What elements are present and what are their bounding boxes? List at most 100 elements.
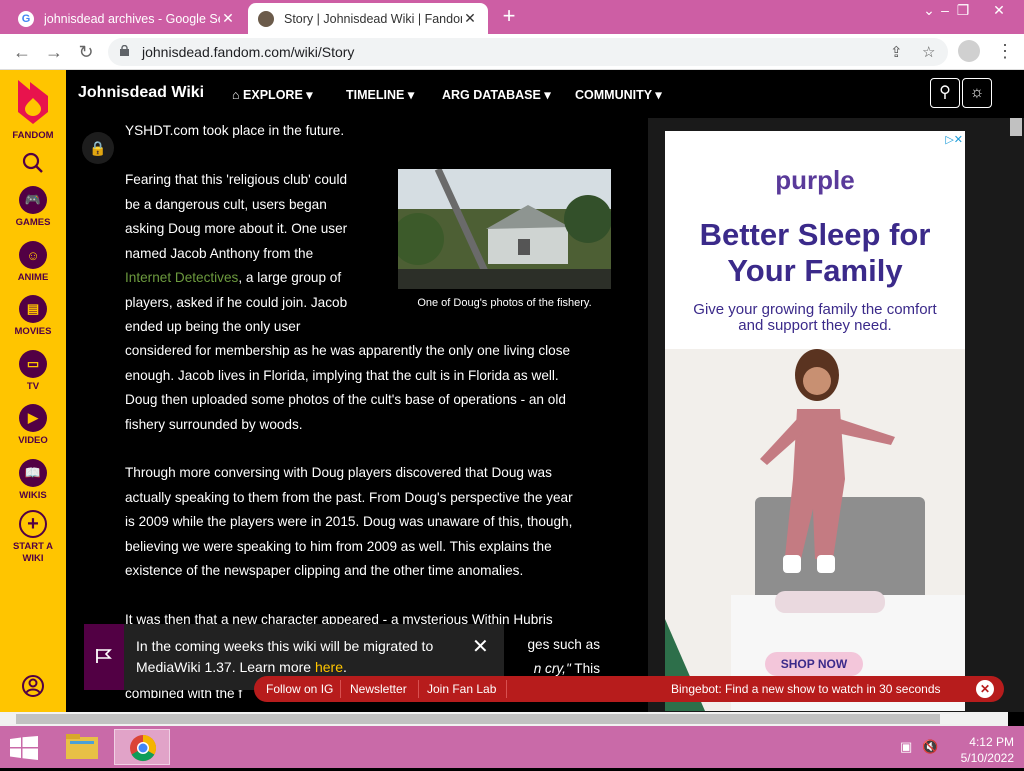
paragraph: Fearing that this 'religious club' could… <box>125 168 395 340</box>
windows-start-icon[interactable] <box>10 736 38 760</box>
bookmark-star-icon[interactable]: ☆ <box>922 43 935 61</box>
video-icon: ▶ <box>19 404 47 432</box>
nav-arg-database[interactable]: ARG DATABASE ▾ <box>442 87 551 102</box>
rail-item-video[interactable]: ▶ VIDEO <box>0 404 66 446</box>
text-line: is 2009 while the players were in 2015. … <box>125 514 573 529</box>
search-button[interactable]: ⚲ <box>930 78 960 108</box>
close-window-button[interactable]: ✕ <box>982 0 1016 22</box>
rail-label: FANDOM <box>12 130 54 141</box>
compass-icon: ⌂ <box>232 88 240 102</box>
tab-title: Story | Johnisdead Wiki | Fandom <box>284 11 462 26</box>
chrome-icon[interactable] <box>114 729 170 765</box>
text-line: considered for membership as he was appa… <box>125 343 571 358</box>
adchoices-icon[interactable]: ▷✕ <box>945 133 963 146</box>
text-line: believing we were speaking to him from 2… <box>125 538 552 554</box>
volume-muted-icon[interactable]: 🔇 <box>922 739 938 755</box>
anime-icon: ☺ <box>19 241 47 269</box>
text-line: existence of the newspaper clipping and … <box>125 563 524 578</box>
tab-title: johnisdead archives - Google Se <box>44 11 220 26</box>
ad-headline: Better Sleep for Your Family <box>699 217 931 288</box>
plus-icon: + <box>19 510 47 538</box>
learn-more-link[interactable]: here <box>315 659 343 675</box>
rail-label: WIKIS <box>19 490 47 501</box>
forward-button[interactable]: → <box>42 40 66 64</box>
games-icon: 🎮 <box>19 186 47 214</box>
nav-label: ARG DATABASE <box>442 88 541 102</box>
close-icon[interactable]: ✕ <box>472 634 489 659</box>
text-line: named Jacob Anthony from the <box>125 245 314 261</box>
text-fragment: , a large group of <box>238 270 342 285</box>
join-fan-lab-link[interactable]: Join Fan Lab <box>427 682 496 696</box>
address-bar[interactable]: johnisdead.fandom.com/wiki/Story ⇪ ☆ <box>108 38 948 66</box>
rail-item-tv[interactable]: ▭ TV <box>0 350 66 392</box>
reload-button[interactable]: ↻ <box>74 40 98 64</box>
rail-label: ANIME <box>17 272 49 283</box>
restore-button[interactable]: ❐ <box>946 0 980 22</box>
horizontal-scroll-thumb[interactable] <box>16 714 940 724</box>
tab-close-icon[interactable]: ✕ <box>462 10 478 27</box>
tab-google-search[interactable]: G johnisdead archives - Google Se ✕ <box>8 3 246 34</box>
tab-story-wiki[interactable]: Story | Johnisdead Wiki | Fandom ✕ <box>248 3 488 34</box>
share-icon[interactable]: ⇪ <box>890 43 903 61</box>
rail-item-wikis[interactable]: 📖 WIKIS <box>0 459 66 501</box>
purple-ad[interactable]: ▷✕ purple Better Sleep for Your Family G… <box>665 131 965 711</box>
tab-close-icon[interactable]: ✕ <box>220 10 236 27</box>
rail-label: GAMES <box>15 217 51 228</box>
newsletter-link[interactable]: Newsletter <box>350 682 407 696</box>
follow-on-ig-link[interactable]: Follow on IG <box>266 682 333 696</box>
fandom-wiki-icon <box>258 10 274 27</box>
new-tab-button[interactable]: + <box>498 5 520 28</box>
back-button[interactable]: ← <box>10 40 34 64</box>
shop-now-button[interactable]: SHOP NOW <box>765 652 863 676</box>
paragraph: Through more conversing with Doug player… <box>125 461 625 584</box>
text-line: be a dangerous cult, users began <box>125 196 327 212</box>
theme-toggle-button[interactable]: ☼ <box>962 78 992 108</box>
rail-item-search[interactable] <box>0 152 66 174</box>
rail-item-games[interactable]: 🎮 GAMES <box>0 186 66 228</box>
clock-time: 4:12 PM <box>969 735 1014 749</box>
internet-detectives-link[interactable]: Internet Detectives <box>125 270 238 285</box>
vertical-scroll-thumb[interactable] <box>1010 118 1022 136</box>
rail-item-anime[interactable]: ☺ ANIME <box>0 241 66 283</box>
fishery-photo-art <box>398 169 611 289</box>
nav-explore[interactable]: ⌂ EXPLORE ▾ <box>232 87 313 102</box>
tv-icon: ▭ <box>19 350 47 378</box>
text-line: Internet Detectives, a large group of <box>125 266 395 291</box>
rail-label: TV <box>26 381 40 392</box>
network-icon[interactable]: ▣ <box>900 739 912 755</box>
browser-menu-icon[interactable]: ⋮ <box>996 40 1014 62</box>
nav-label: TIMELINE <box>346 88 405 102</box>
fandom-logo-icon <box>18 80 48 124</box>
profile-avatar[interactable] <box>958 40 980 62</box>
system-clock[interactable]: 4:12 PM 5/10/2022 <box>940 734 1014 766</box>
text-fragment: ges such as <box>527 636 600 652</box>
nav-timeline[interactable]: TIMELINE ▾ <box>346 87 414 102</box>
lock-icon: 🔒 <box>82 132 114 164</box>
nav-label: EXPLORE <box>243 88 303 102</box>
text-line: fishery surrounded by woods. <box>125 416 303 432</box>
rail-label: MOVIES <box>14 326 52 337</box>
lock-icon <box>120 45 129 56</box>
rail-item-fandom[interactable]: FANDOM <box>0 78 66 141</box>
bingebot-promo-link[interactable]: Bingebot: Find a new show to watch in 30… <box>671 682 941 696</box>
text-line: ended up being the only user <box>125 319 301 334</box>
notice-message-end: . <box>343 659 347 675</box>
rail-item-movies[interactable]: ▤ MOVIES <box>0 295 66 337</box>
windows-taskbar: ▣ 🔇 4:12 PM 5/10/2022 <box>0 726 1024 768</box>
text-line: asking Doug more about it. One user <box>125 221 348 236</box>
file-explorer-icon[interactable] <box>54 729 110 765</box>
fandom-bottom-bar: Follow on IG Newsletter Join Fan Lab Bin… <box>254 676 1004 702</box>
rail-item-account[interactable] <box>0 674 66 698</box>
user-icon <box>22 675 44 697</box>
notice-message: In the coming weeks this wiki will be mi… <box>136 638 434 675</box>
fishery-photo[interactable] <box>398 169 611 289</box>
vertical-scrollbar[interactable] <box>1008 118 1024 712</box>
rail-item-start-a-wiki[interactable]: + START A WIKI <box>0 510 66 565</box>
browser-toolbar: ← → ↻ johnisdead.fandom.com/wiki/Story ⇪… <box>0 34 1024 70</box>
rail-label: START A WIKI <box>12 541 54 564</box>
text-line: Doug then uploaded some photos of the cu… <box>125 392 566 407</box>
close-icon[interactable]: ✕ <box>976 680 994 698</box>
nav-community[interactable]: COMMUNITY ▾ <box>575 87 662 102</box>
wiki-name[interactable]: Johnisdead Wiki <box>78 84 204 102</box>
fishery-figure[interactable]: One of Doug's photos of the fishery. <box>398 169 611 309</box>
